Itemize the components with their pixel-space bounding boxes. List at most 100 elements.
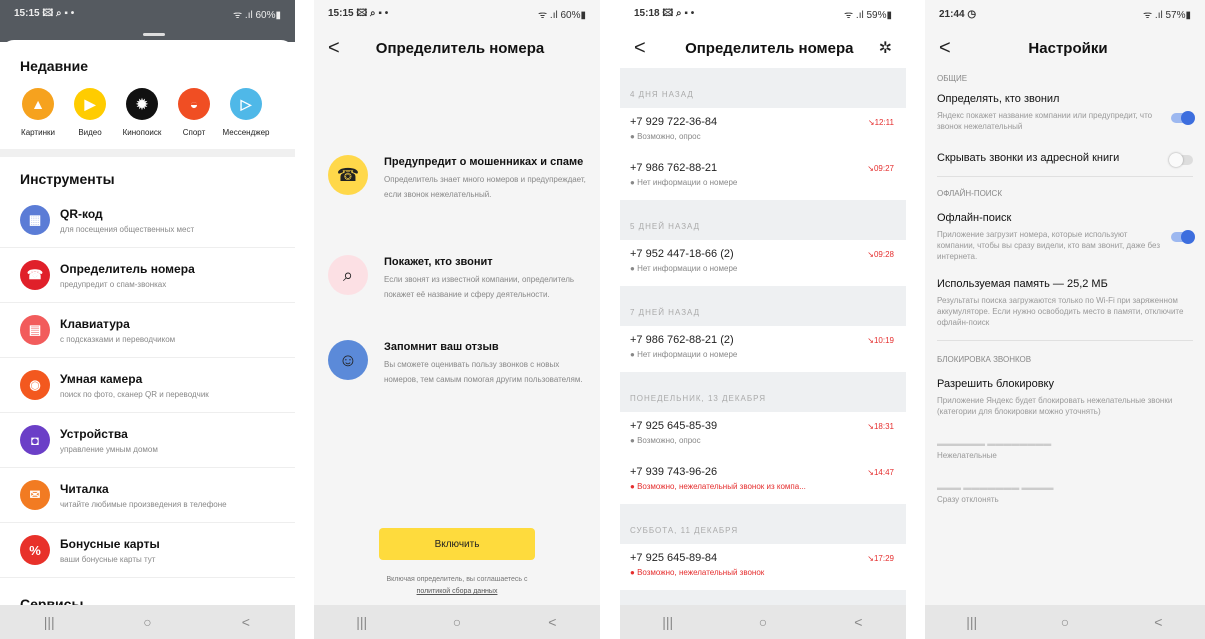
tool-item[interactable]: ▦ QR-код для посещения общественных мест [0,193,295,248]
tool-icon: ▤ [20,315,50,345]
recent-apps-button[interactable]: ||| [957,614,987,630]
back-arrow-icon[interactable]: < [939,37,965,60]
tool-list: ▦ QR-код для посещения общественных мест ☎ О… [0,193,295,578]
call-info-text: Нет информации о номере [637,264,738,273]
setting-description: Результаты поиска загружаются только по … [937,296,1184,327]
recent-apps-button[interactable]: ||| [34,614,64,630]
status-time: 15:18 [634,7,660,19]
feature-item: ⌕ Покажет, кто звонит Если звонят из извес… [328,255,586,302]
call-time: ↘09:27 [867,164,894,173]
app-icon: ▶ [74,88,106,120]
status-dot-icon: ● [630,568,638,577]
phone-number: +7 925 645-89-84 [630,552,718,564]
call-info-text: Нет информации о номере [637,178,738,187]
back-button[interactable]: < [231,614,261,630]
hide-contacts-toggle[interactable] [1169,153,1193,167]
call-info: ● Возможно, нежелательный звонок из комп… [630,482,896,491]
sheet-handle[interactable] [143,33,165,36]
header: < Настройки [925,28,1205,68]
feature-text: Покажет, кто звонит Если звонят из извест… [384,255,586,302]
status-dot-icon: ● [630,132,638,141]
app-icon: ▷ [230,88,262,120]
enable-button[interactable]: Включить [379,528,535,560]
tool-item[interactable]: ☎ Определитель номера предупредит о спам-з… [0,248,295,303]
page-title: Определитель номера [375,39,545,57]
tool-text: Определитель номера предупредит о спам-зв… [60,262,195,289]
call-entry[interactable]: +7 925 645-89-84 ● Возможно, нежелательны… [620,544,906,590]
back-button[interactable]: < [1143,614,1173,630]
setting-block-category[interactable]: ▬▬▬▬▬▬ ▬▬▬▬▬▬▬▬ Нежелательные [925,417,1205,461]
call-entry[interactable]: +7 986 762-88-21 ● Нет информации о номер… [620,154,906,200]
setting-hide-contacts[interactable]: Скрывать звонки из адресной книги [925,132,1205,167]
back-button[interactable]: < [843,614,873,630]
tool-name: Читалка [60,481,109,496]
home-button[interactable]: ○ [132,614,162,630]
setting-label: Используемая память — 25,2 МБ [937,278,1108,290]
call-time: ↘10:19 [867,336,894,345]
recent-app[interactable]: ◒ Спорт [168,88,220,137]
call-entry[interactable]: +7 929 722-36-84 ● Возможно, опрос ↘12:11 [620,108,906,154]
status-battery: ᯤ .ıl 60%▮ [538,10,586,21]
page-title: Настройки [1028,39,1108,57]
gear-icon[interactable]: ✲ [879,38,892,58]
call-entry[interactable]: +7 952 447-18-66 (2) ● Нет информации о н… [620,240,906,286]
tool-item[interactable]: ✉ Читалка читайте любимые произведения в т… [0,468,295,523]
recent-apps-button[interactable]: ||| [653,614,683,630]
recent-app[interactable]: ✹ Кинопоиск [116,88,168,137]
day-header: СУББОТА, 11 ДЕКАБРЯ [620,504,906,544]
back-arrow-icon[interactable]: < [328,37,354,60]
recent-app[interactable]: ▷ Мессенджер [220,88,272,137]
call-entry[interactable]: +7 925 645-85-39 ● Возможно, опрос ↘18:31 [620,412,906,458]
setting-offline-search[interactable]: Офлайн-поиск Приложение загрузит номера,… [925,198,1205,262]
tool-item[interactable]: ◉ Умная камера поиск по фото, сканер QR и … [0,358,295,413]
setting-allow-blocking[interactable]: Разрешить блокировку Приложение Яндекс б… [925,364,1205,417]
recent-app-label: Видео [78,128,102,137]
tool-item[interactable]: ◘ Устройства управление умным домом [0,413,295,468]
nav-bar: ||| ○ < [0,605,295,639]
phone-number: +7 939 743-96-26 [630,466,718,478]
status-icons: 🖾 ⌕ ▪ • [356,7,389,19]
screen-caller-id-intro: 15:15 🖾 ⌕ ▪ • ᯤ .ıl 60%▮ < Определитель … [314,0,600,639]
call-info-text: Возможно, нежелательный звонок [637,568,765,577]
feature-title: Предупредит о мошенниках и спаме [384,156,584,168]
back-button[interactable]: < [537,614,567,630]
tools-title: Инструменты [20,171,115,187]
back-arrow-icon[interactable]: < [634,37,660,60]
recent-app-label: Спорт [182,128,206,137]
tool-item[interactable]: % Бонусные карты ваши бонусные карты тут [0,523,295,578]
recent-list: ▲ Картинки ▶ Видео ✹ Кинопоиск ◒ Спорт ▷ Мессендж… [0,74,295,137]
call-time: ↘09:28 [867,250,894,259]
status-dot-icon: ● [630,350,638,359]
phone-number: +7 986 762-88-21 (2) [630,334,734,346]
status-icons: ◷ [967,8,977,20]
tool-description: поиск по фото, сканер QR и переводчик [60,389,209,399]
block-action-value: Сразу отклонять [937,495,999,504]
recent-apps-button[interactable]: ||| [347,614,377,630]
setting-description: Приложение загрузит номера, которые испо… [937,230,1160,261]
tool-name: Бонусные карты [60,536,160,551]
agreement-label: Включая определитель, вы соглашаетесь с [386,576,528,583]
divider [0,149,295,157]
privacy-policy-link[interactable]: политикой сбора данных [417,588,498,595]
call-entry[interactable]: +7 939 743-96-26 ● Возможно, нежелательны… [620,458,906,504]
nav-bar: ||| ○ < [620,605,906,639]
call-info: ● Возможно, опрос [630,436,896,445]
tool-name: Клавиатура [60,316,130,331]
home-button[interactable]: ○ [1050,614,1080,630]
setting-block-action[interactable]: ▬▬▬ ▬▬▬▬▬▬▬ ▬▬▬▬ Сразу отклонять [925,461,1205,505]
home-button[interactable]: ○ [442,614,472,630]
screen-settings: 21:44 ◷ ᯤ .ıl 57%▮ < Настройки ОБЩИЕ Опр… [925,0,1205,639]
feature-title: Запомнит ваш отзыв [384,341,499,353]
tool-text: Умная камера поиск по фото, сканер QR и п… [60,372,209,399]
tool-text: Читалка читайте любимые произведения в те… [60,482,227,509]
home-button[interactable]: ○ [748,614,778,630]
call-entry[interactable]: +7 986 762-88-21 (2) ● Нет информации о н… [620,326,906,372]
status-bar: 15:15 🖾 ⌕ ▪ • ᯤ .ıl 60%▮ [0,0,295,28]
tool-item[interactable]: ▤ Клавиатура с подсказками и переводчиком [0,303,295,358]
recent-app[interactable]: ▲ Картинки [12,88,64,137]
detect-caller-toggle[interactable] [1171,111,1195,125]
recent-app[interactable]: ▶ Видео [64,88,116,137]
setting-detect-caller[interactable]: Определять, кто звонил Яндекс покажет на… [925,83,1205,132]
setting-memory[interactable]: Используемая память — 25,2 МБ Результаты… [925,262,1205,328]
offline-search-toggle[interactable] [1171,230,1195,244]
